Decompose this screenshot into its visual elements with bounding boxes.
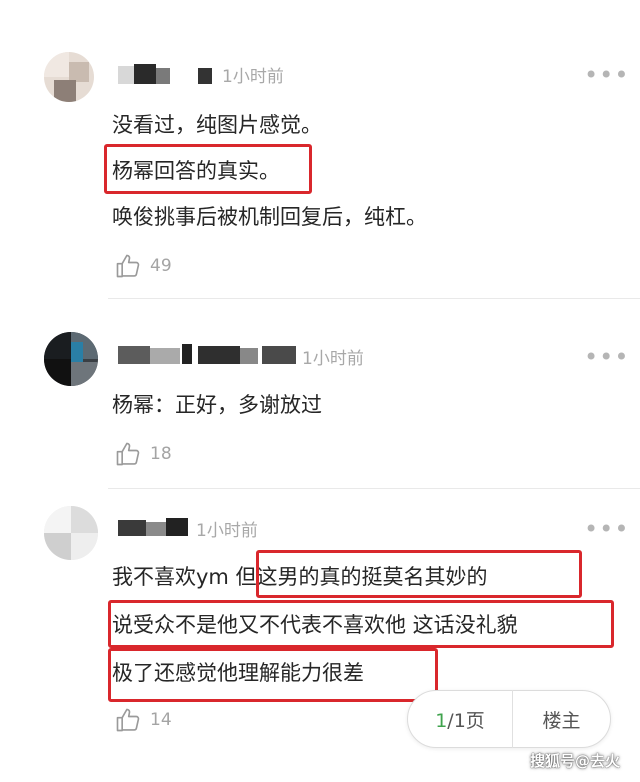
thumbs-up-icon — [116, 442, 140, 466]
more-dots-icon[interactable]: ••• — [584, 63, 629, 87]
comment-text-line: 没看过，纯图片感觉。 — [112, 113, 322, 137]
highlight-box — [108, 600, 614, 648]
username-blurred-2[interactable] — [118, 344, 298, 366]
current-page: 1 — [435, 709, 448, 732]
like-button[interactable]: 49 — [114, 252, 172, 280]
user-avatar-3[interactable] — [44, 506, 98, 560]
thumbs-up-icon — [116, 254, 140, 278]
like-count: 14 — [150, 710, 172, 730]
username-blurred-1[interactable] — [118, 64, 218, 86]
comment-time-3: 1小时前 — [196, 521, 258, 541]
like-count: 49 — [150, 256, 172, 276]
total-pages: /1页 — [447, 709, 485, 732]
highlight-box — [108, 648, 438, 702]
comment-divider — [108, 298, 640, 299]
comment-divider — [108, 488, 640, 489]
comment-text-line: 唤俊挑事后被机制回复后，纯杠。 — [112, 205, 427, 229]
username-blurred-3[interactable] — [118, 516, 190, 538]
more-dots-icon[interactable]: ••• — [584, 517, 629, 541]
thumbs-up-icon — [116, 708, 140, 732]
user-avatar-1[interactable] — [44, 52, 94, 102]
comment-text-line: 杨幂：正好，多谢放过 — [112, 393, 322, 417]
highlight-box — [256, 550, 582, 598]
like-count: 18 — [150, 444, 172, 464]
highlight-box — [104, 144, 312, 194]
like-button[interactable]: 14 — [114, 706, 172, 734]
user-avatar-2[interactable] — [44, 332, 98, 386]
floating-pager: 1/1页 楼主 — [407, 690, 611, 748]
op-only-button[interactable]: 楼主 — [513, 706, 610, 733]
page-indicator[interactable]: 1/1页 — [408, 706, 512, 733]
like-button[interactable]: 18 — [114, 440, 172, 468]
more-dots-icon[interactable]: ••• — [584, 345, 629, 369]
comment-time-2: 1小时前 — [302, 349, 364, 369]
comment-time-1: 1小时前 — [222, 67, 284, 87]
watermark: 搜狐号@去火 — [530, 752, 621, 770]
